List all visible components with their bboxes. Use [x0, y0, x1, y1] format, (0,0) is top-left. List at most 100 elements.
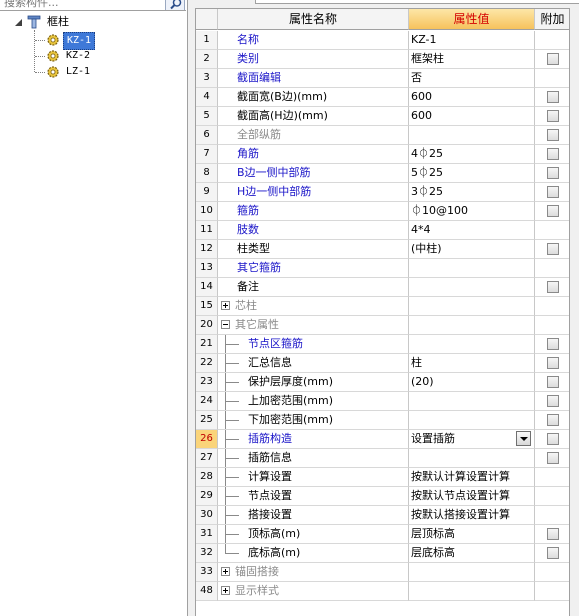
- property-name-cell[interactable]: 底标高(m): [218, 544, 409, 563]
- property-row[interactable]: 48 显示样式: [196, 582, 570, 601]
- property-row[interactable]: 24 上加密范围(mm): [196, 392, 570, 411]
- property-name-cell[interactable]: 截面编辑: [218, 69, 409, 88]
- attach-checkbox[interactable]: [547, 338, 559, 350]
- attach-checkbox[interactable]: [547, 167, 559, 179]
- property-value-cell[interactable]: 600: [409, 107, 535, 126]
- property-name-cell[interactable]: 截面高(H边)(mm): [218, 107, 409, 126]
- property-name-cell[interactable]: 上加密范围(mm): [218, 392, 409, 411]
- header-attach[interactable]: 附加: [535, 9, 570, 30]
- attach-checkbox[interactable]: [547, 433, 559, 445]
- property-row[interactable]: 10 箍筋 ⏀10@100: [196, 202, 570, 221]
- property-row[interactable]: 13 其它箍筋: [196, 259, 570, 278]
- property-name-cell[interactable]: 汇总信息: [218, 354, 409, 373]
- property-value-cell[interactable]: [409, 582, 535, 601]
- property-row[interactable]: 1 名称 KZ-1: [196, 31, 570, 50]
- property-row[interactable]: 23 保护层厚度(mm) (20): [196, 373, 570, 392]
- dropdown-arrow-button[interactable]: [516, 431, 531, 446]
- property-name-cell[interactable]: 芯柱: [218, 297, 409, 316]
- property-value-cell[interactable]: (20): [409, 373, 535, 392]
- property-name-cell[interactable]: 保护层厚度(mm): [218, 373, 409, 392]
- attach-checkbox[interactable]: [547, 528, 559, 540]
- attach-checkbox[interactable]: [547, 376, 559, 388]
- property-value-cell[interactable]: 按默认节点设置计算: [409, 487, 535, 506]
- property-name-cell[interactable]: 锚固搭接: [218, 563, 409, 582]
- attach-checkbox[interactable]: [547, 357, 559, 369]
- attach-checkbox[interactable]: [547, 281, 559, 293]
- property-name-cell[interactable]: 其它箍筋: [218, 259, 409, 278]
- property-value-cell[interactable]: [409, 411, 535, 430]
- property-value-cell[interactable]: [409, 449, 535, 468]
- expand-plus-icon[interactable]: [221, 586, 230, 595]
- property-value-cell[interactable]: 否: [409, 69, 535, 88]
- property-value-cell[interactable]: 4⏀25: [409, 145, 535, 164]
- attach-checkbox[interactable]: [547, 53, 559, 65]
- property-row[interactable]: 4 截面宽(B边)(mm) 600: [196, 88, 570, 107]
- property-row[interactable]: 20 其它属性: [196, 316, 570, 335]
- property-name-cell[interactable]: 显示样式: [218, 582, 409, 601]
- property-value-cell[interactable]: [409, 259, 535, 278]
- property-name-cell[interactable]: 类别: [218, 50, 409, 69]
- property-row[interactable]: 8 B边一侧中部筋 5⏀25: [196, 164, 570, 183]
- property-row[interactable]: 9 H边一侧中部筋 3⏀25: [196, 183, 570, 202]
- property-value-cell[interactable]: 层顶标高: [409, 525, 535, 544]
- property-value-cell[interactable]: KZ-1: [409, 31, 535, 50]
- attach-checkbox[interactable]: [547, 452, 559, 464]
- header-property-name[interactable]: 属性名称: [218, 9, 409, 30]
- property-row[interactable]: 32 底标高(m) 层底标高: [196, 544, 570, 563]
- property-row[interactable]: 27 插筋信息: [196, 449, 570, 468]
- property-name-cell[interactable]: 顶标高(m): [218, 525, 409, 544]
- attach-checkbox[interactable]: [547, 129, 559, 141]
- property-value-cell[interactable]: [409, 297, 535, 316]
- property-value-cell[interactable]: [409, 126, 535, 145]
- attach-checkbox[interactable]: [547, 205, 559, 217]
- property-name-cell[interactable]: 截面宽(B边)(mm): [218, 88, 409, 107]
- collapse-minus-icon[interactable]: [221, 320, 230, 329]
- attach-checkbox[interactable]: [547, 110, 559, 122]
- property-name-cell[interactable]: 箍筋: [218, 202, 409, 221]
- property-value-cell[interactable]: [409, 316, 535, 335]
- property-row[interactable]: 28 计算设置 按默认计算设置计算: [196, 468, 570, 487]
- attach-checkbox[interactable]: [547, 395, 559, 407]
- property-name-cell[interactable]: 搭接设置: [218, 506, 409, 525]
- header-property-value[interactable]: 属性值: [409, 9, 535, 30]
- property-value-cell[interactable]: 框架柱: [409, 50, 535, 69]
- property-name-cell[interactable]: 计算设置: [218, 468, 409, 487]
- search-input[interactable]: [4, 0, 154, 10]
- expand-plus-icon[interactable]: [221, 301, 230, 310]
- property-name-cell[interactable]: 其它属性: [218, 316, 409, 335]
- property-value-cell[interactable]: 按默认搭接设置计算: [409, 506, 535, 525]
- property-value-cell[interactable]: [409, 563, 535, 582]
- property-value-cell[interactable]: 柱: [409, 354, 535, 373]
- expand-plus-icon[interactable]: [221, 567, 230, 576]
- attach-checkbox[interactable]: [547, 91, 559, 103]
- property-value-cell[interactable]: [409, 392, 535, 411]
- property-value-cell[interactable]: 4*4: [409, 221, 535, 240]
- property-name-cell[interactable]: 名称: [218, 31, 409, 50]
- attach-checkbox[interactable]: [547, 547, 559, 559]
- property-name-cell[interactable]: 节点设置: [218, 487, 409, 506]
- property-name-cell[interactable]: 肢数: [218, 221, 409, 240]
- property-value-cell[interactable]: [409, 278, 535, 297]
- collapse-triangle-icon[interactable]: [14, 18, 23, 27]
- property-name-cell[interactable]: 下加密范围(mm): [218, 411, 409, 430]
- property-row[interactable]: 22 汇总信息 柱: [196, 354, 570, 373]
- property-value-cell[interactable]: 层底标高: [409, 544, 535, 563]
- property-row[interactable]: 7 角筋 4⏀25: [196, 145, 570, 164]
- property-value-cell[interactable]: 600: [409, 88, 535, 107]
- property-row[interactable]: 26 插筋构造 设置插筋: [196, 430, 570, 449]
- property-value-cell[interactable]: ⏀10@100: [409, 202, 535, 221]
- property-row[interactable]: 33 锚固搭接: [196, 563, 570, 582]
- attach-checkbox[interactable]: [547, 414, 559, 426]
- property-row[interactable]: 15 芯柱: [196, 297, 570, 316]
- property-value-cell[interactable]: 5⏀25: [409, 164, 535, 183]
- property-row[interactable]: 6 全部纵筋: [196, 126, 570, 145]
- property-row[interactable]: 25 下加密范围(mm): [196, 411, 570, 430]
- attach-checkbox[interactable]: [547, 148, 559, 160]
- property-name-cell[interactable]: H边一侧中部筋: [218, 183, 409, 202]
- property-row[interactable]: 31 顶标高(m) 层顶标高: [196, 525, 570, 544]
- property-name-cell[interactable]: 备注: [218, 278, 409, 297]
- property-row[interactable]: 29 节点设置 按默认节点设置计算: [196, 487, 570, 506]
- property-value-cell[interactable]: [409, 335, 535, 354]
- property-row[interactable]: 12 柱类型 (中柱): [196, 240, 570, 259]
- property-name-cell[interactable]: 角筋: [218, 145, 409, 164]
